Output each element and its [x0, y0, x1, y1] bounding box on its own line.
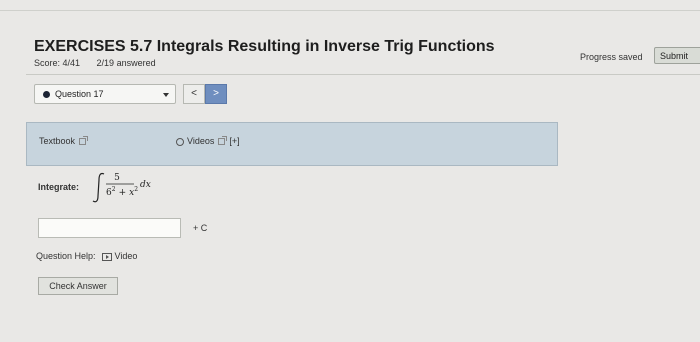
submit-button[interactable]: Submit	[654, 47, 700, 64]
top-divider	[0, 10, 700, 11]
chevron-down-icon	[163, 93, 169, 97]
next-question-button[interactable]: >	[205, 84, 227, 104]
question-status-dot-icon	[43, 91, 50, 98]
differential: dx	[140, 180, 151, 190]
progress-status: Progress saved	[580, 52, 643, 62]
denominator-exponent: 2	[112, 186, 116, 193]
external-link-icon	[79, 136, 89, 146]
help-video-link[interactable]: Video	[115, 251, 138, 261]
answer-input[interactable]	[38, 218, 181, 238]
resources-panel: Textbook Videos [+]	[26, 122, 558, 166]
videos-expand-toggle[interactable]: [+]	[229, 136, 239, 146]
page-title: EXERCISES 5.7 Integrals Resulting in Inv…	[34, 38, 495, 55]
question-help: Question Help: Video	[36, 251, 137, 261]
fraction-numerator: 5	[114, 173, 120, 183]
integral-sign-icon	[92, 172, 105, 203]
denominator-variable-exponent: 2	[134, 186, 138, 193]
textbook-link[interactable]: Textbook	[39, 136, 89, 146]
svg-text:62+x2: 62 + x2	[106, 186, 138, 198]
question-select-label: Question 17	[55, 89, 104, 99]
previous-question-button[interactable]: <	[183, 84, 205, 104]
check-answer-button[interactable]: Check Answer	[38, 277, 118, 295]
integrate-label: Integrate:	[38, 182, 80, 192]
textbook-label: Textbook	[39, 136, 76, 146]
score-line: Score: 4/41 2/19 answered	[34, 58, 156, 68]
question-select[interactable]: Question 17	[34, 84, 176, 104]
header-divider	[26, 74, 700, 75]
video-play-icon	[101, 252, 112, 261]
video-camera-icon	[176, 137, 184, 146]
denominator-plus: +	[119, 188, 127, 198]
integral-expression: 5 62 + x2 dx	[92, 172, 151, 203]
videos-link[interactable]: Videos [+]	[176, 136, 240, 146]
constant-of-integration: + C	[193, 223, 208, 233]
question-help-label: Question Help:	[36, 251, 96, 261]
answered-count: 2/19 answered	[96, 58, 156, 68]
external-link-icon	[218, 136, 228, 146]
videos-label: Videos	[187, 136, 215, 146]
score-text: Score: 4/41	[34, 58, 81, 68]
